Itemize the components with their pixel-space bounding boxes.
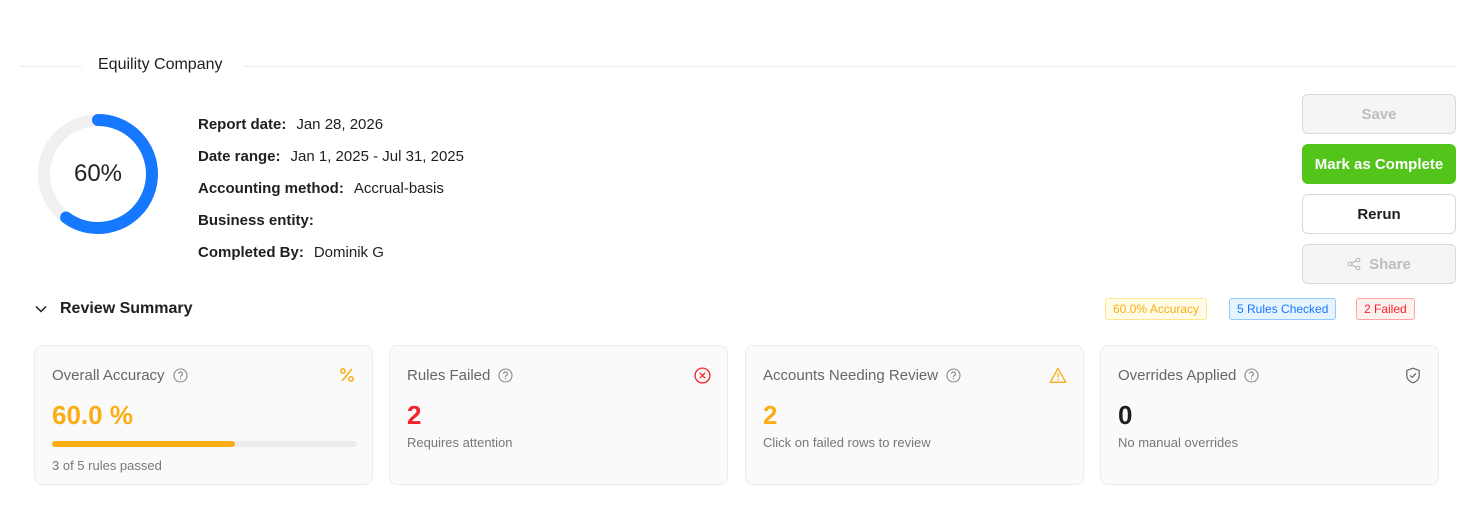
detail-business-entity: Business entity: [198,212,464,244]
detail-label: Date range: [198,148,281,165]
share-button[interactable]: Share [1302,244,1456,284]
card-value: 0 [1118,400,1133,430]
close-circle-icon [693,366,711,384]
help-icon[interactable] [946,368,961,383]
accuracy-progress-fill [52,441,235,447]
card-subtext: 3 of 5 rules passed [52,458,162,473]
review-summary-title: Review Summary [60,300,193,317]
card-value: 60.0 % [52,400,133,430]
company-title: Equility Company [98,56,223,73]
rules-checked-tag: 5 Rules Checked [1229,298,1337,320]
card-title: Overall Accuracy [52,367,188,384]
card-subtext: Click on failed rows to review [763,435,931,450]
card-subtext: No manual overrides [1118,435,1238,450]
section-divider: Equility Company [20,56,1456,76]
card-title-text: Rules Failed [407,367,491,384]
detail-report-date: Report date: Jan 28, 2026 [198,116,464,148]
overall-accuracy-card: Overall Accuracy 60.0 % 3 of 5 rules pas… [34,345,373,485]
mark-complete-button[interactable]: Mark as Complete [1302,144,1456,184]
shield-check-icon [1404,366,1422,384]
detail-accounting-method: Accounting method: Accrual-basis [198,180,464,212]
detail-value: Jan 28, 2026 [296,116,384,133]
accuracy-tag: 60.0% Accuracy [1105,298,1208,320]
card-title-text: Accounts Needing Review [763,367,939,384]
progress-ring: 60% [36,112,160,236]
card-title: Accounts Needing Review [763,367,961,384]
detail-value: Accrual-basis [353,180,444,197]
detail-value: Jan 1, 2025 - Jul 31, 2025 [290,148,464,165]
divider-line-right [244,66,1456,67]
detail-value: Dominik G [313,244,384,261]
card-title-text: Overrides Applied [1118,367,1237,384]
percent-icon [338,366,356,384]
overrides-card: Overrides Applied 0 No manual overrides [1100,345,1439,485]
warning-icon [1049,366,1067,384]
card-title-text: Overall Accuracy [52,367,165,384]
review-summary-toggle[interactable]: Review Summary [34,298,193,320]
card-value: 2 [407,400,422,430]
help-icon[interactable] [498,368,513,383]
card-title: Overrides Applied [1118,367,1259,384]
rules-failed-card: Rules Failed 2 Requires attention [389,345,728,485]
detail-label: Business entity: [198,212,314,229]
accuracy-progress-bar [52,441,357,447]
accounts-review-card: Accounts Needing Review 2 Click on faile… [745,345,1084,485]
failed-tag: 2 Failed [1356,298,1415,320]
card-subtext: Requires attention [407,435,513,450]
rerun-button[interactable]: Rerun [1302,194,1456,234]
share-label: Share [1369,255,1411,273]
report-details: Report date: Jan 28, 2026 Date range: Ja… [198,116,464,276]
detail-label: Report date: [198,116,287,133]
detail-completed-by: Completed By: Dominik G [198,244,464,276]
help-icon[interactable] [172,368,188,383]
chevron-down-icon [34,302,48,316]
detail-date-range: Date range: Jan 1, 2025 - Jul 31, 2025 [198,148,464,180]
divider-line-left [20,66,82,67]
help-icon[interactable] [1244,368,1259,383]
progress-percent: 60% [73,160,123,187]
detail-label: Completed By: [198,244,304,261]
card-title: Rules Failed [407,367,513,384]
card-value: 2 [763,400,778,430]
detail-label: Accounting method: [198,180,344,197]
share-icon [1347,257,1361,271]
save-button[interactable]: Save [1302,94,1456,134]
